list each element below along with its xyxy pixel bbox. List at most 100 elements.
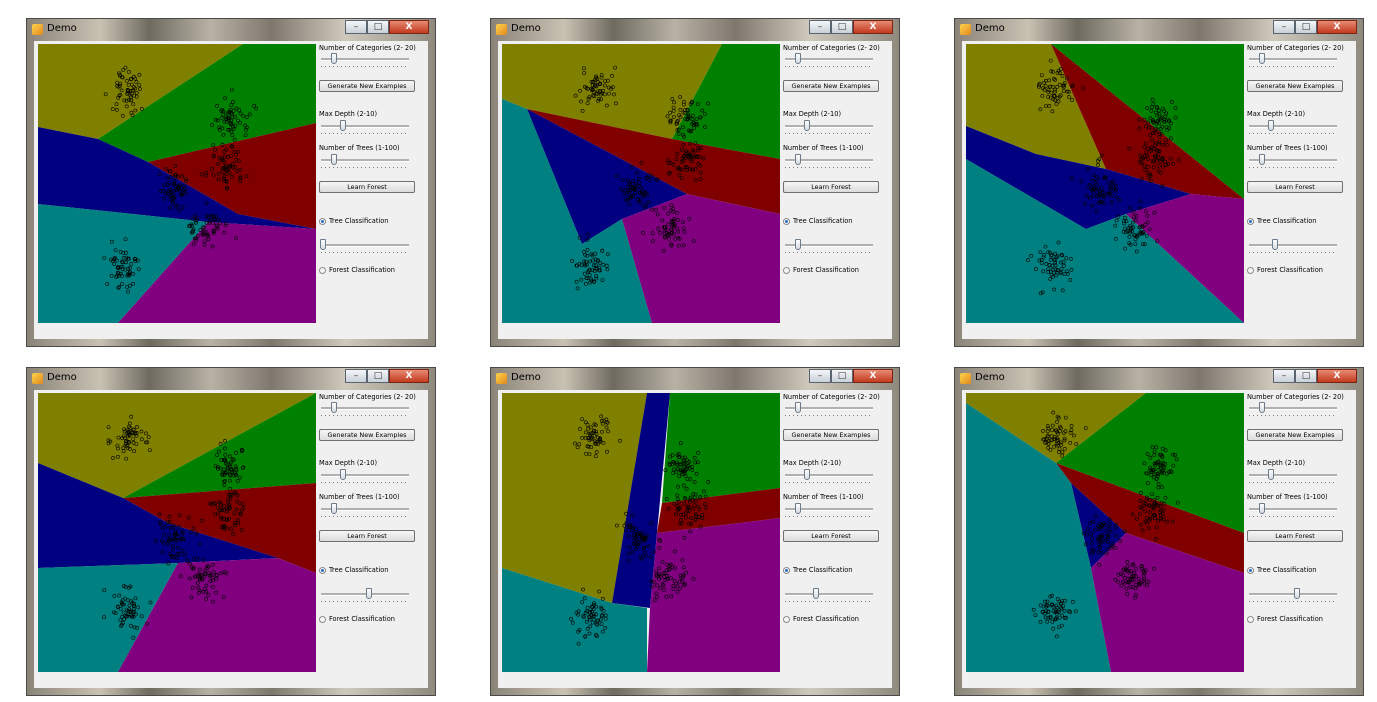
generate-button[interactable]: Generate New Examples	[783, 80, 879, 92]
tree-radio[interactable]	[319, 567, 326, 574]
slider-thumb[interactable]	[1259, 503, 1266, 514]
slider-thumb[interactable]	[795, 402, 802, 413]
tree-radio-label[interactable]: Tree Classification	[1257, 217, 1316, 225]
close-button[interactable]: X	[1317, 369, 1357, 383]
slider-thumb[interactable]	[366, 588, 373, 599]
max-depth-slider[interactable]	[785, 469, 873, 483]
tree-radio[interactable]	[783, 567, 790, 574]
forest-radio-label[interactable]: Forest Classification	[1257, 615, 1323, 623]
tree-index-slider[interactable]	[321, 588, 409, 602]
learn-forest-button[interactable]: Learn Forest	[1247, 530, 1343, 542]
forest-radio[interactable]	[1247, 267, 1254, 274]
trees-slider[interactable]	[785, 154, 873, 168]
learn-forest-button[interactable]: Learn Forest	[1247, 181, 1343, 193]
trees-slider[interactable]	[785, 503, 873, 517]
max-depth-slider[interactable]	[1249, 120, 1337, 134]
categories-slider[interactable]	[1249, 53, 1337, 67]
max-depth-slider[interactable]	[321, 120, 409, 134]
categories-slider[interactable]	[321, 402, 409, 416]
slider-thumb[interactable]	[795, 503, 802, 514]
slider-thumb[interactable]	[319, 239, 326, 250]
close-button[interactable]: X	[853, 369, 893, 383]
learn-forest-button[interactable]: Learn Forest	[783, 530, 879, 542]
title-bar[interactable]: Demo – □ X	[27, 368, 435, 390]
trees-slider[interactable]	[321, 503, 409, 517]
close-button[interactable]: X	[1317, 20, 1357, 34]
slider-thumb[interactable]	[331, 154, 338, 165]
generate-button[interactable]: Generate New Examples	[319, 80, 415, 92]
maximize-button[interactable]: □	[1295, 20, 1317, 34]
tree-index-slider[interactable]	[785, 239, 873, 253]
slider-thumb[interactable]	[340, 120, 346, 131]
generate-button[interactable]: Generate New Examples	[783, 429, 879, 441]
categories-slider[interactable]	[785, 402, 873, 416]
slider-thumb[interactable]	[331, 503, 338, 514]
tree-radio[interactable]	[783, 218, 790, 225]
slider-thumb[interactable]	[331, 402, 338, 413]
categories-slider[interactable]	[785, 53, 873, 67]
maximize-button[interactable]: □	[367, 369, 389, 383]
minimize-button[interactable]: –	[809, 369, 831, 383]
slider-thumb[interactable]	[812, 588, 819, 599]
forest-radio[interactable]	[319, 616, 326, 623]
forest-radio-label[interactable]: Forest Classification	[793, 266, 859, 274]
slider-thumb[interactable]	[795, 53, 802, 64]
forest-radio-label[interactable]: Forest Classification	[329, 615, 395, 623]
categories-slider[interactable]	[321, 53, 409, 67]
maximize-button[interactable]: □	[831, 20, 853, 34]
slider-thumb[interactable]	[795, 239, 802, 250]
forest-radio-label[interactable]: Forest Classification	[793, 615, 859, 623]
slider-thumb[interactable]	[1272, 239, 1279, 250]
tree-radio[interactable]	[1247, 218, 1254, 225]
slider-thumb[interactable]	[804, 120, 810, 131]
generate-button[interactable]: Generate New Examples	[319, 429, 415, 441]
title-bar[interactable]: Demo – □ X	[955, 19, 1363, 41]
title-bar[interactable]: Demo – □ X	[491, 19, 899, 41]
tree-index-slider[interactable]	[1249, 588, 1337, 602]
slider-thumb[interactable]	[1294, 588, 1301, 599]
slider-thumb[interactable]	[1268, 120, 1274, 131]
learn-forest-button[interactable]: Learn Forest	[319, 181, 415, 193]
forest-radio[interactable]	[1247, 616, 1254, 623]
title-bar[interactable]: Demo – □ X	[27, 19, 435, 41]
slider-thumb[interactable]	[1268, 469, 1274, 480]
minimize-button[interactable]: –	[1273, 369, 1295, 383]
tree-radio[interactable]	[1247, 567, 1254, 574]
maximize-button[interactable]: □	[831, 369, 853, 383]
slider-thumb[interactable]	[331, 53, 338, 64]
tree-index-slider[interactable]	[785, 588, 873, 602]
generate-button[interactable]: Generate New Examples	[1247, 80, 1343, 92]
forest-radio[interactable]	[783, 267, 790, 274]
tree-radio-label[interactable]: Tree Classification	[329, 217, 388, 225]
forest-radio[interactable]	[783, 616, 790, 623]
learn-forest-button[interactable]: Learn Forest	[319, 530, 415, 542]
close-button[interactable]: X	[389, 20, 429, 34]
max-depth-slider[interactable]	[1249, 469, 1337, 483]
max-depth-slider[interactable]	[321, 469, 409, 483]
title-bar[interactable]: Demo – □ X	[955, 368, 1363, 390]
forest-radio[interactable]	[319, 267, 326, 274]
slider-thumb[interactable]	[1259, 402, 1266, 413]
close-button[interactable]: X	[389, 369, 429, 383]
tree-radio-label[interactable]: Tree Classification	[793, 566, 852, 574]
minimize-button[interactable]: –	[345, 369, 367, 383]
maximize-button[interactable]: □	[1295, 369, 1317, 383]
minimize-button[interactable]: –	[809, 20, 831, 34]
trees-slider[interactable]	[321, 154, 409, 168]
forest-radio-label[interactable]: Forest Classification	[329, 266, 395, 274]
tree-radio[interactable]	[319, 218, 326, 225]
tree-radio-label[interactable]: Tree Classification	[329, 566, 388, 574]
minimize-button[interactable]: –	[345, 20, 367, 34]
tree-radio-label[interactable]: Tree Classification	[793, 217, 852, 225]
slider-thumb[interactable]	[795, 154, 802, 165]
close-button[interactable]: X	[853, 20, 893, 34]
categories-slider[interactable]	[1249, 402, 1337, 416]
minimize-button[interactable]: –	[1273, 20, 1295, 34]
title-bar[interactable]: Demo – □ X	[491, 368, 899, 390]
tree-radio-label[interactable]: Tree Classification	[1257, 566, 1316, 574]
generate-button[interactable]: Generate New Examples	[1247, 429, 1343, 441]
tree-index-slider[interactable]	[319, 239, 409, 253]
slider-thumb[interactable]	[340, 469, 346, 480]
trees-slider[interactable]	[1249, 154, 1337, 168]
max-depth-slider[interactable]	[785, 120, 873, 134]
